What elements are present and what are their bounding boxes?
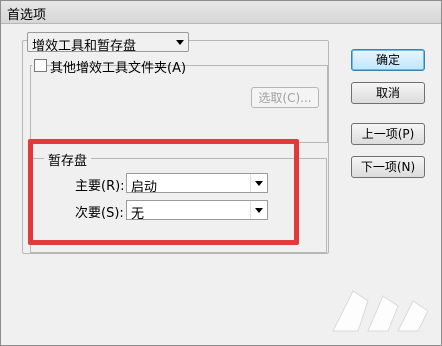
title-bar: 首选项 [1,1,441,24]
window-title: 首选项 [7,8,47,23]
choose-button[interactable]: 选取(C)... [251,87,319,108]
watermark-logo-icon [332,290,429,332]
cancel-button[interactable]: 取消 [351,82,425,104]
next-button[interactable]: 下一项(N) [351,156,425,178]
ok-button[interactable]: 确定 [351,49,425,71]
dialog-content: 增效工具和暂存盘 其他增效工具文件夹(A) 选取(C)... 暂存盘 主要(R)… [1,23,441,345]
section-dropdown[interactable]: 增效工具和暂存盘 [27,32,189,54]
chevron-down-icon [176,40,184,45]
prev-button[interactable]: 上一项(P) [351,123,425,145]
preferences-dialog: 首选项 增效工具和暂存盘 其他增效工具文件夹(A) 选取(C)... 暂存盘 主… [0,0,442,346]
highlight-annotation-box [28,139,299,245]
section-dropdown-value: 增效工具和暂存盘 [32,39,137,54]
plugins-folder-checkbox[interactable] [34,59,47,72]
plugins-folder-label: 其他增效工具文件夹(A) [50,61,187,76]
plugins-folder-option[interactable]: 其他增效工具文件夹(A) [32,57,186,76]
